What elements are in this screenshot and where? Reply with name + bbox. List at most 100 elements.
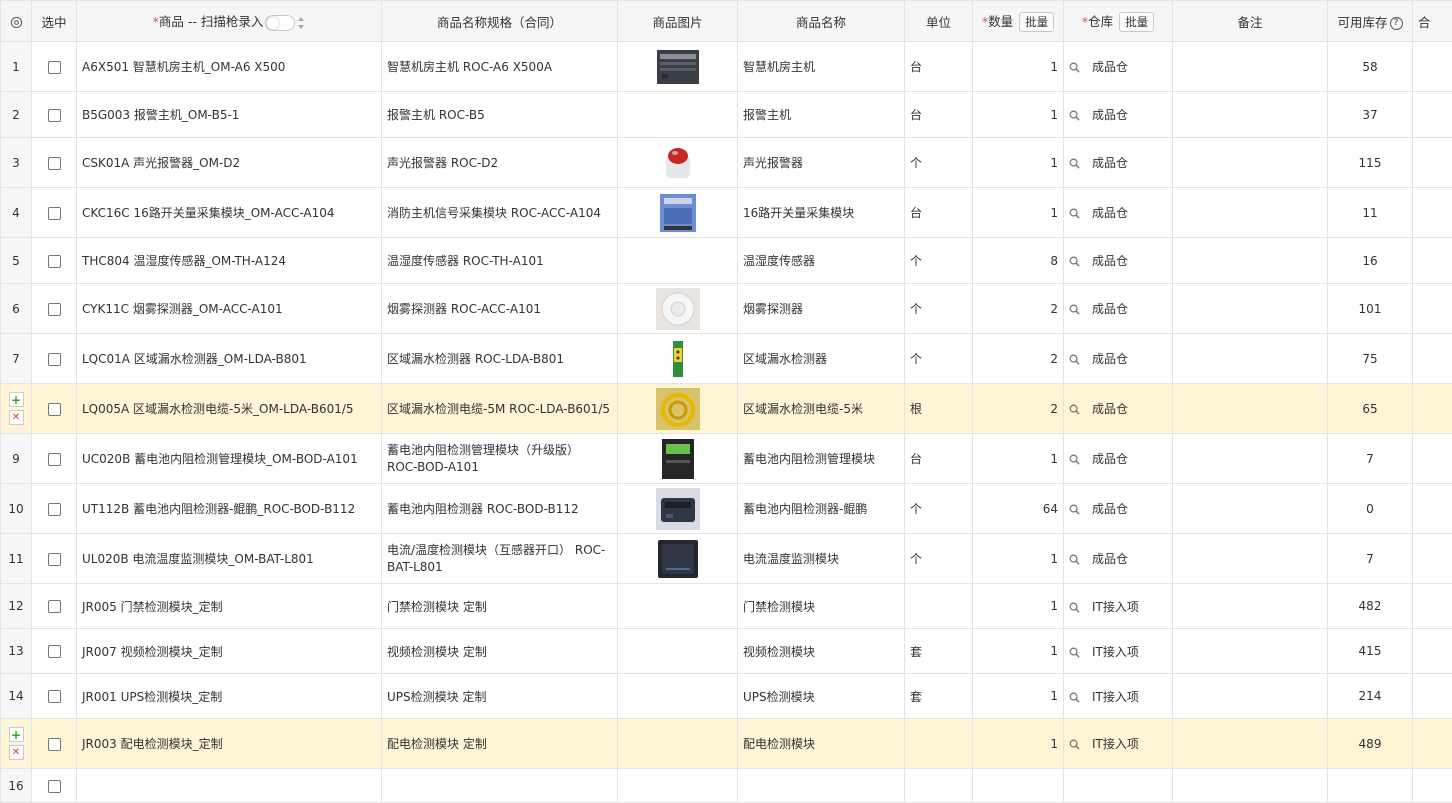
qty-cell[interactable]: 1 — [972, 137, 1064, 188]
remark-cell[interactable] — [1172, 583, 1328, 629]
name-cell[interactable]: 电流温度监测模块 — [737, 533, 905, 584]
product-cell[interactable]: UC020B 蓄电池内阻检测管理模块_OM-BOD-A101 — [76, 433, 382, 484]
remark-cell[interactable] — [1172, 718, 1328, 769]
row-checkbox[interactable] — [47, 600, 61, 613]
name-cell[interactable]: 烟雾探测器 — [737, 283, 905, 334]
unit-cell[interactable] — [904, 718, 973, 769]
search-icon[interactable] — [1069, 504, 1080, 515]
qty-cell[interactable]: 1 — [972, 91, 1064, 138]
row-checkbox[interactable] — [47, 779, 61, 793]
unit-cell[interactable] — [904, 768, 973, 803]
name-cell[interactable]: 16路开关量采集模块 — [737, 187, 905, 238]
qty-cell[interactable]: 64 — [972, 483, 1064, 534]
row-checkbox[interactable] — [47, 690, 61, 703]
product-thumbnail[interactable] — [655, 487, 700, 530]
name-cell[interactable] — [737, 768, 905, 803]
warehouse-cell[interactable]: 成品仓 — [1063, 41, 1173, 92]
unit-cell[interactable]: 台 — [904, 433, 973, 484]
row-checkbox[interactable] — [47, 645, 61, 658]
qty-cell[interactable]: 8 — [972, 237, 1064, 284]
name-cell[interactable]: 配电检测模块 — [737, 718, 905, 769]
remark-cell[interactable] — [1172, 333, 1328, 384]
remark-cell[interactable] — [1172, 383, 1328, 434]
qty-cell[interactable]: 1 — [972, 41, 1064, 92]
column-settings-header[interactable] — [0, 0, 32, 42]
product-cell[interactable]: JR003 配电检测模块_定制 — [76, 718, 382, 769]
name-cell[interactable]: 温湿度传感器 — [737, 237, 905, 284]
product-thumbnail[interactable] — [656, 539, 700, 578]
search-icon[interactable] — [1069, 158, 1080, 169]
qty-cell[interactable]: 2 — [972, 283, 1064, 334]
row-checkbox[interactable] — [47, 254, 61, 268]
name-cell[interactable]: 区域漏水检测电缆-5米 — [737, 383, 905, 434]
add-row-icon[interactable]: + — [8, 727, 24, 742]
qty-cell[interactable] — [972, 768, 1064, 803]
unit-cell[interactable]: 台 — [904, 187, 973, 238]
unit-cell[interactable]: 台 — [904, 91, 973, 138]
spec-cell[interactable]: 智慧机房主机 ROC-A6 X500A — [381, 41, 618, 92]
spec-cell[interactable]: 视频检测模块 定制 — [381, 628, 618, 674]
help-icon[interactable]: ? — [1389, 16, 1403, 30]
product-thumbnail[interactable] — [656, 340, 700, 377]
qty-cell[interactable]: 1 — [972, 673, 1064, 719]
remark-cell[interactable] — [1172, 483, 1328, 534]
unit-cell[interactable]: 个 — [904, 283, 973, 334]
name-cell[interactable]: 门禁检测模块 — [737, 583, 905, 629]
qty-cell[interactable]: 1 — [972, 533, 1064, 584]
product-cell[interactable]: THC804 温湿度传感器_OM-TH-A124 — [76, 237, 382, 284]
unit-cell[interactable]: 台 — [904, 41, 973, 92]
warehouse-cell[interactable]: 成品仓 — [1063, 383, 1173, 434]
product-thumbnail[interactable] — [656, 147, 700, 178]
spec-cell[interactable]: 报警主机 ROC-B5 — [381, 91, 618, 138]
search-icon[interactable] — [1069, 454, 1080, 465]
search-icon[interactable] — [1069, 647, 1080, 658]
warehouse-cell[interactable]: 成品仓 — [1063, 433, 1173, 484]
product-cell[interactable]: A6X501 智慧机房主机_OM-A6 X500 — [76, 41, 382, 92]
row-checkbox[interactable] — [47, 302, 61, 316]
warehouse-cell[interactable]: IT接入项 — [1063, 718, 1173, 769]
row-checkbox[interactable] — [47, 737, 61, 751]
remark-cell[interactable] — [1172, 533, 1328, 584]
remark-cell[interactable] — [1172, 628, 1328, 674]
gear-icon[interactable] — [10, 14, 23, 29]
search-icon[interactable] — [1069, 208, 1080, 219]
delete-row-icon[interactable]: ✕ — [8, 410, 24, 425]
unit-cell[interactable] — [904, 583, 973, 629]
qty-cell[interactable]: 1 — [972, 628, 1064, 674]
name-cell[interactable]: UPS检测模块 — [737, 673, 905, 719]
product-cell[interactable]: B5G003 报警主机_OM-B5-1 — [76, 91, 382, 138]
warehouse-cell[interactable]: 成品仓 — [1063, 91, 1173, 138]
qty-batch-button[interactable]: 批量 — [1019, 11, 1055, 32]
warehouse-cell[interactable]: 成品仓 — [1063, 283, 1173, 334]
remark-cell[interactable] — [1172, 768, 1328, 803]
unit-cell[interactable]: 个 — [904, 137, 973, 188]
product-cell[interactable]: CYK11C 烟雾探测器_OM-ACC-A101 — [76, 283, 382, 334]
remark-cell[interactable] — [1172, 673, 1328, 719]
search-icon[interactable] — [1069, 354, 1080, 365]
qty-cell[interactable]: 1 — [972, 187, 1064, 238]
row-checkbox[interactable] — [47, 206, 61, 220]
warehouse-cell[interactable]: 成品仓 — [1063, 533, 1173, 584]
product-cell[interactable]: UL020B 电流温度监测模块_OM-BAT-L801 — [76, 533, 382, 584]
qty-cell[interactable]: 2 — [972, 333, 1064, 384]
product-thumbnail[interactable] — [655, 387, 700, 430]
unit-cell[interactable]: 根 — [904, 383, 973, 434]
qty-cell[interactable]: 1 — [972, 433, 1064, 484]
product-cell[interactable]: LQC01A 区域漏水检测器_OM-LDA-B801 — [76, 333, 382, 384]
remark-cell[interactable] — [1172, 283, 1328, 334]
spec-cell[interactable]: 区域漏水检测电缆-5M ROC-LDA-B601/5 — [381, 383, 618, 434]
remark-cell[interactable] — [1172, 137, 1328, 188]
product-cell[interactable]: LQ005A 区域漏水检测电缆-5米_OM-LDA-B601/5 — [76, 383, 382, 434]
add-row-icon[interactable]: + — [8, 392, 24, 407]
spec-cell[interactable]: 蓄电池内阻检测管理模块（升级版） ROC-BOD-A101 — [381, 433, 618, 484]
search-icon[interactable] — [1069, 304, 1080, 315]
search-icon[interactable] — [1069, 739, 1080, 750]
remark-cell[interactable] — [1172, 41, 1328, 92]
spec-cell[interactable]: 消防主机信号采集模块 ROC-ACC-A104 — [381, 187, 618, 238]
name-cell[interactable]: 智慧机房主机 — [737, 41, 905, 92]
row-checkbox[interactable] — [47, 352, 61, 366]
row-checkbox[interactable] — [47, 502, 61, 516]
unit-cell[interactable]: 个 — [904, 483, 973, 534]
product-cell[interactable]: JR007 视频检测模块_定制 — [76, 628, 382, 674]
remark-cell[interactable] — [1172, 237, 1328, 284]
